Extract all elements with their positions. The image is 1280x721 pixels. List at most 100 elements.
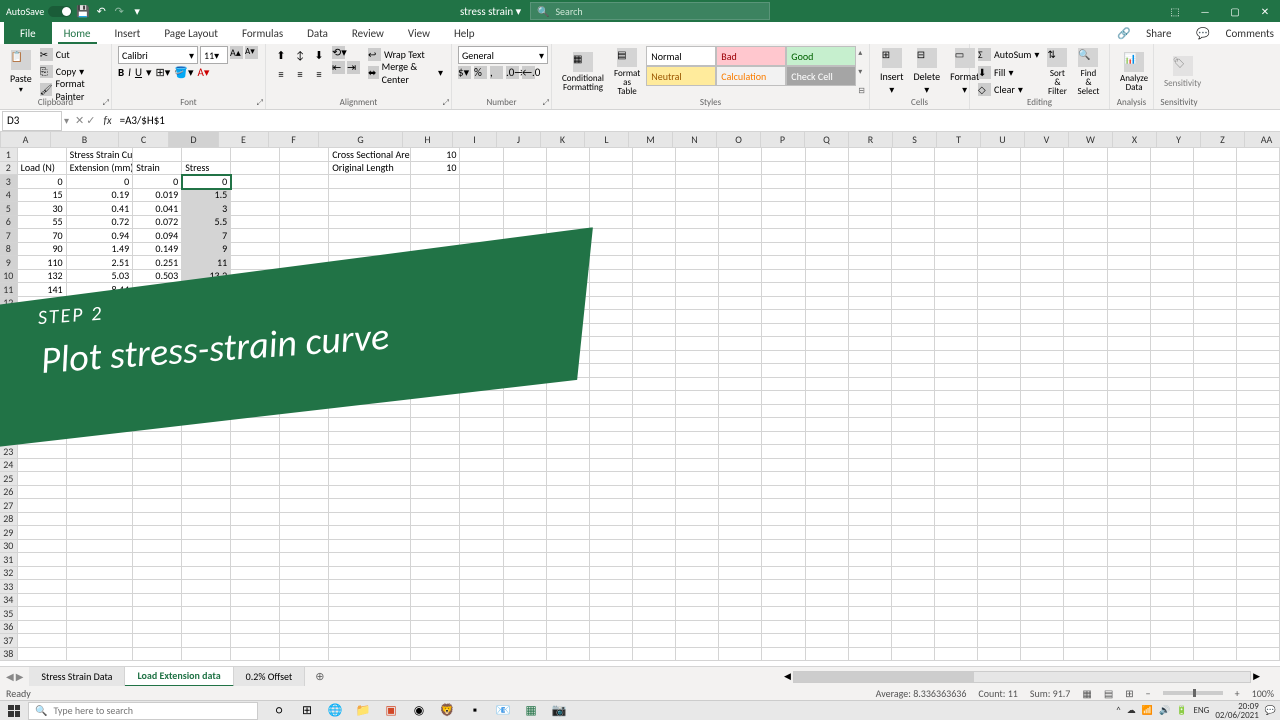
increase-decimal-icon[interactable]: .0→ [506, 66, 519, 79]
cell[interactable] [849, 256, 892, 270]
column-header[interactable]: B [51, 132, 119, 147]
cell[interactable] [590, 256, 633, 270]
cell[interactable] [1194, 540, 1237, 554]
cell[interactable] [1064, 202, 1107, 216]
cell[interactable] [504, 391, 547, 405]
view-pagelayout-icon[interactable]: ▤ [1104, 687, 1113, 700]
cell[interactable] [1108, 148, 1151, 162]
cell[interactable] [18, 567, 67, 581]
cell[interactable] [1064, 607, 1107, 621]
cell[interactable] [676, 648, 719, 662]
cell[interactable] [633, 472, 676, 486]
row-header[interactable]: 9 [0, 256, 18, 270]
column-header[interactable]: Y [1157, 132, 1201, 147]
cell[interactable] [1194, 148, 1237, 162]
cell[interactable] [329, 526, 411, 540]
cell[interactable] [1064, 634, 1107, 648]
cell[interactable] [280, 499, 329, 513]
cell[interactable] [978, 553, 1021, 567]
cell[interactable] [978, 324, 1021, 338]
cell[interactable] [935, 445, 978, 459]
cell[interactable] [633, 432, 676, 446]
cell[interactable] [676, 270, 719, 284]
cell[interactable] [719, 648, 762, 662]
format-painter-button[interactable]: 🖌Format Painter [38, 81, 105, 98]
cell[interactable] [590, 607, 633, 621]
cell[interactable] [849, 621, 892, 635]
cell[interactable] [935, 553, 978, 567]
column-header[interactable]: G [319, 132, 403, 147]
cell[interactable] [1194, 634, 1237, 648]
cell[interactable] [633, 229, 676, 243]
cell[interactable] [504, 540, 547, 554]
cell[interactable] [719, 553, 762, 567]
format-as-table-button[interactable]: ▤Format as Table [610, 46, 644, 98]
cell[interactable] [590, 378, 633, 392]
cell[interactable]: 141 [18, 283, 67, 297]
cell[interactable] [633, 337, 676, 351]
cell[interactable] [1237, 553, 1280, 567]
cell[interactable] [411, 229, 460, 243]
cell[interactable] [133, 513, 182, 527]
cell[interactable] [676, 445, 719, 459]
cell[interactable] [806, 270, 849, 284]
cell[interactable] [1237, 378, 1280, 392]
cell[interactable] [411, 594, 460, 608]
cell[interactable] [633, 216, 676, 230]
tab-help[interactable]: Help [442, 22, 487, 44]
decrease-indent-icon[interactable]: ⇤ [332, 61, 345, 74]
cell[interactable] [1237, 351, 1280, 365]
cell[interactable] [590, 472, 633, 486]
taskbar-search-input[interactable]: 🔍 Type here to search [28, 702, 258, 720]
cell[interactable] [849, 148, 892, 162]
cell[interactable] [460, 445, 503, 459]
cell[interactable] [547, 202, 590, 216]
cell[interactable] [849, 405, 892, 419]
cell[interactable] [762, 648, 805, 662]
gallery-more-icon[interactable]: ⊟ [858, 86, 865, 96]
cell[interactable] [329, 607, 411, 621]
cell[interactable] [1194, 445, 1237, 459]
column-header[interactable]: P [761, 132, 805, 147]
cell[interactable] [1237, 594, 1280, 608]
cell[interactable] [849, 297, 892, 311]
cell[interactable] [547, 607, 590, 621]
tray-notifications-icon[interactable]: 💬 [1265, 705, 1276, 716]
cell[interactable]: 2.51 [67, 256, 134, 270]
cell[interactable] [633, 378, 676, 392]
cell[interactable] [762, 634, 805, 648]
cell[interactable] [411, 216, 460, 230]
cell[interactable] [590, 580, 633, 594]
cell[interactable] [806, 216, 849, 230]
cell[interactable] [1151, 526, 1194, 540]
cell[interactable] [892, 499, 935, 513]
row-header[interactable]: 7 [0, 229, 18, 243]
cell[interactable] [892, 567, 935, 581]
column-header[interactable]: M [629, 132, 673, 147]
cell[interactable]: 0.251 [133, 256, 182, 270]
cell[interactable] [329, 486, 411, 500]
cell[interactable] [411, 526, 460, 540]
cell[interactable] [1021, 324, 1064, 338]
enter-formula-icon[interactable]: ✓ [86, 114, 95, 127]
tab-home[interactable]: Home [52, 22, 103, 44]
cell[interactable] [182, 148, 231, 162]
cell[interactable] [1151, 324, 1194, 338]
cell[interactable] [133, 648, 182, 662]
cell[interactable] [182, 459, 231, 473]
cell[interactable] [1064, 337, 1107, 351]
cell[interactable] [633, 364, 676, 378]
cell[interactable] [1064, 459, 1107, 473]
cell[interactable] [1064, 418, 1107, 432]
cell[interactable]: Strain [133, 162, 182, 176]
cell[interactable] [633, 243, 676, 257]
cell[interactable] [719, 364, 762, 378]
cell[interactable] [1237, 445, 1280, 459]
cell[interactable] [978, 229, 1021, 243]
cell[interactable] [762, 162, 805, 176]
cell[interactable] [1064, 351, 1107, 365]
cell[interactable] [133, 432, 182, 446]
cell[interactable] [1021, 391, 1064, 405]
cell[interactable] [892, 540, 935, 554]
cell[interactable] [182, 648, 231, 662]
